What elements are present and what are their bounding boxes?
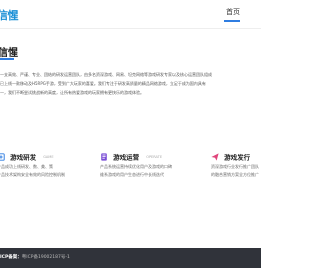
about-title-underline [0, 58, 14, 60]
icp-label: ICP备案： [0, 255, 22, 260]
footer-icp: ICP备案：粤ICP备19002187号-1 [0, 254, 70, 260]
card-desc-line: 产品技术架构安全有效的风险控制机制 [0, 172, 65, 177]
card-desc-line: 的融合营销方案全方位推广 [211, 172, 259, 177]
card-subtitle: OPERATE [146, 154, 163, 159]
card-title: 游戏运营 [113, 153, 140, 162]
site-logo[interactable]: 信惺 [0, 7, 19, 23]
card-subtitle: GAME [43, 154, 54, 159]
nav-item-home[interactable]: 首页 [226, 7, 240, 17]
card-game-operate: 游戏运营 OPERATE 产品系统运营持续优化用户及游戏的口碑 维系游戏的用户生… [100, 146, 172, 179]
game-dev-icon [0, 152, 5, 161]
card-game-publish: 游戏发行 资深游戏行业发行推广团队 的融合营销方案全方位推广 [211, 146, 259, 179]
about-line: 已上线一款移动及H5RPG手游，受到广大玩家的喜爱。我们专注于研发高质量的精品网… [0, 81, 206, 86]
about-line: 一，我们不断尝试挑战新的高度，让所有热爱游戏的玩家拥有更快乐的游戏体验。 [0, 90, 144, 95]
header: 信惺 首页 [0, 0, 261, 29]
footer: ICP备案：粤ICP备19002187号-1 [0, 248, 261, 268]
card-description: 产品系统运营持续优化用户及游戏的口碑 维系游戏的用户生态进行中长线迭代 [100, 163, 172, 179]
card-title: 游戏研发 [10, 153, 37, 162]
icp-number-link[interactable]: 粤ICP备19002187号-1 [22, 255, 70, 260]
card-description: 资深游戏行业发行推广团队 的融合营销方案全方位推广 [211, 163, 259, 179]
about-description: 一支高效、严谨、专业、团结的研发运营团队，由多名资深游戏、网易、坦克网络等游戏研… [0, 70, 261, 97]
card-game-dev: 游戏研发 GAME 产品成功上线研发、数、美、策 产品技术架构安全有效的风险控制… [0, 146, 65, 179]
paper-plane-icon [211, 152, 219, 161]
game-operate-icon [101, 152, 107, 161]
card-title: 游戏发行 [224, 153, 251, 162]
card-description: 产品成功上线研发、数、美、策 产品技术架构安全有效的风险控制机制 [0, 163, 65, 179]
about-line: 一支高效、严谨、专业、团结的研发运营团队，由多名资深游戏、网易、坦克网络等游戏研… [0, 72, 212, 77]
card-desc-line: 维系游戏的用户生态进行中长线迭代 [100, 172, 164, 177]
nav-active-indicator [224, 20, 240, 22]
about-title: 信惺 [0, 48, 18, 59]
